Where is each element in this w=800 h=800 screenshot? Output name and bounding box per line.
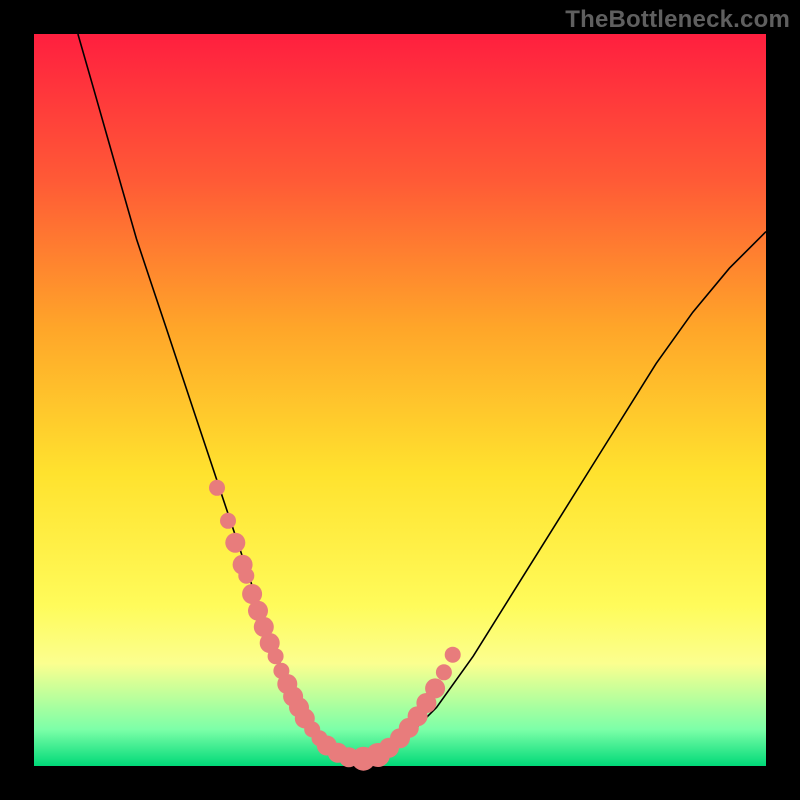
highlight-dot: [238, 568, 254, 584]
highlight-dot: [268, 648, 284, 664]
highlight-dot: [220, 513, 236, 529]
highlight-dot: [425, 678, 445, 698]
chart-svg: [34, 34, 766, 766]
watermark-text: TheBottleneck.com: [565, 6, 790, 34]
bottleneck-curve: [78, 34, 766, 760]
highlight-dot: [209, 480, 225, 496]
highlight-dots: [209, 480, 461, 771]
chart-frame: [34, 34, 766, 766]
highlight-dot: [436, 664, 452, 680]
highlight-dot: [225, 533, 245, 553]
highlight-dot: [445, 647, 461, 663]
